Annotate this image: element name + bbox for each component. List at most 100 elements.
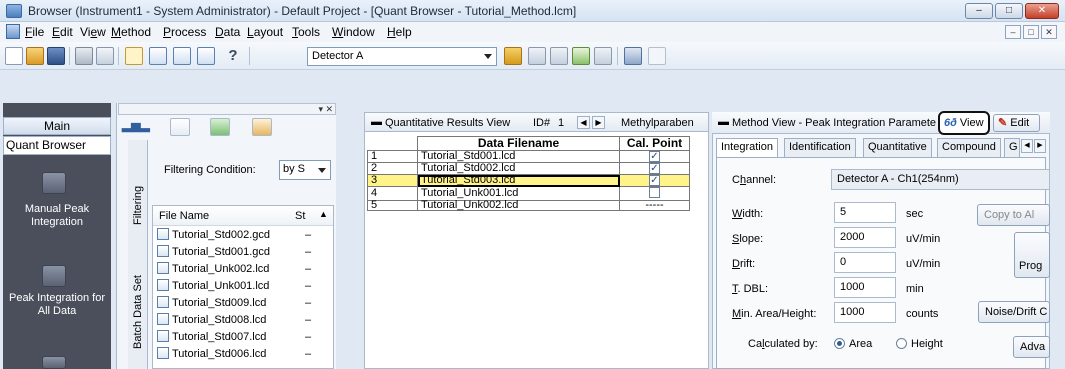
mdi-close-button[interactable]: ✕ — [1041, 25, 1057, 39]
drift-field[interactable]: 0 — [834, 252, 896, 273]
minimize-button[interactable]: – — [965, 3, 993, 19]
noise-drift-button[interactable]: Noise/Drift C — [978, 301, 1050, 323]
flask-remove-icon[interactable] — [594, 47, 612, 65]
min-area-field[interactable]: 1000 — [834, 302, 896, 323]
cal-point-checkbox[interactable]: ✓ — [649, 163, 660, 174]
menu-layout[interactable]: Layout — [247, 25, 283, 39]
help-icon[interactable]: ? — [224, 47, 242, 65]
filter-select[interactable]: by S — [279, 160, 331, 180]
maximize-button[interactable]: □ — [995, 3, 1023, 19]
nav-item-quant-browser[interactable]: Quant Browser — [3, 136, 111, 155]
width-unit: sec — [906, 208, 924, 220]
peak-table-icon[interactable] — [504, 47, 522, 65]
menu-view[interactable]: View — [80, 25, 106, 39]
tab-scroll-left-icon[interactable]: ◀ — [1021, 139, 1033, 153]
results-header-row: Data Filename Cal. Point — [367, 136, 690, 151]
print-icon[interactable] — [75, 47, 93, 65]
file-row[interactable]: Tutorial_Std008.lcd – — [157, 312, 327, 329]
radio-area[interactable] — [834, 338, 845, 349]
table-row[interactable]: 1 Tutorial_Std001.lcd ✓ — [367, 150, 690, 163]
mdi-minimize-button[interactable]: – — [1005, 25, 1021, 39]
menu-file[interactable]: File — [25, 25, 44, 39]
file-row[interactable]: Tutorial_Std007.lcd – — [157, 329, 327, 346]
menu-data[interactable]: Data — [215, 25, 240, 39]
menu-edit[interactable]: Edit — [52, 25, 73, 39]
menu-window[interactable]: Window — [332, 25, 375, 39]
calc-area-option[interactable]: Area — [834, 338, 872, 350]
detector-select[interactable]: Detector A — [307, 47, 497, 66]
prev-id-button[interactable]: ◀ — [577, 116, 590, 129]
grid-view-icon[interactable] — [624, 47, 642, 65]
edit-button[interactable]: ✎ Edit — [993, 114, 1040, 132]
file-row[interactable]: Tutorial_Std002.gcd – — [157, 227, 327, 244]
column-status[interactable]: St — [295, 210, 305, 222]
file-row[interactable]: Tutorial_Std006.lcd – — [157, 346, 327, 363]
panel-icon[interactable] — [149, 47, 167, 65]
program-button[interactable]: Prog — [1014, 232, 1050, 278]
calc-height-option[interactable]: Height — [896, 338, 943, 350]
column-file-name[interactable]: File Name — [159, 210, 209, 222]
next-id-button[interactable]: ▶ — [592, 116, 605, 129]
file-row[interactable]: Tutorial_Unk002.lcd – — [157, 261, 327, 278]
data-view-icon[interactable] — [170, 118, 190, 136]
menu-method[interactable]: Method — [111, 25, 151, 39]
menu-tools[interactable]: Tools — [292, 25, 320, 39]
table-row[interactable]: 5 Tutorial_Unk002.lcd ----- — [367, 200, 690, 211]
radio-height[interactable] — [896, 338, 907, 349]
manual-integration-icon[interactable] — [42, 172, 66, 194]
width-field[interactable]: 5 — [834, 202, 896, 223]
batch-icon[interactable] — [210, 118, 230, 136]
new-file-icon[interactable] — [5, 47, 23, 65]
cal-point-checkbox[interactable]: ✓ — [649, 175, 660, 186]
flask-add-icon[interactable] — [550, 47, 568, 65]
clipboard-icon[interactable] — [648, 47, 666, 65]
mdi-restore-button[interactable]: □ — [1023, 25, 1039, 39]
layout-icon[interactable] — [125, 47, 143, 65]
chart-icon[interactable] — [197, 47, 215, 65]
save-icon[interactable] — [47, 47, 65, 65]
toolbar-separator — [69, 47, 70, 65]
file-row[interactable]: Tutorial_Std009.lcd – — [157, 295, 327, 312]
chromatogram-icon[interactable]: ▂▅▂ — [122, 118, 150, 136]
table-icon[interactable] — [173, 47, 191, 65]
tab-compound[interactable]: Compound — [937, 138, 1001, 157]
next-nav-icon[interactable] — [42, 356, 66, 369]
peak-integration-icon[interactable] — [42, 265, 66, 287]
tab-identification[interactable]: Identification — [784, 138, 856, 157]
report-icon[interactable] — [252, 118, 272, 136]
table-row[interactable]: 4 Tutorial_Unk001.lcd — [367, 186, 690, 201]
tab-g[interactable]: G — [1004, 138, 1020, 157]
cal-point-checkbox[interactable] — [649, 187, 660, 198]
copy-to-all-button[interactable]: Copy to Al — [977, 204, 1050, 226]
document-icon — [6, 24, 20, 39]
advanced-button[interactable]: Adva — [1013, 336, 1050, 358]
file-row[interactable]: Tutorial_Std001.gcd – — [157, 244, 327, 261]
channel-select[interactable]: Detector A - Ch1(254nm) — [831, 169, 1050, 190]
nav-item-peak-integration-all[interactable]: Peak Integration for All Data — [3, 292, 111, 318]
menu-process[interactable]: Process — [163, 25, 206, 39]
menu-help[interactable]: Help — [387, 25, 412, 39]
tab-quantitative[interactable]: Quantitative — [863, 138, 932, 157]
flask-icon[interactable] — [528, 47, 546, 65]
file-pane-grip[interactable]: ▾ ✕ — [118, 103, 336, 115]
column-data-filename[interactable]: Data Filename — [417, 136, 620, 151]
file-row[interactable]: Tutorial_Unk001.lcd – — [157, 278, 327, 295]
open-folder-icon[interactable] — [26, 47, 44, 65]
nav-header-main[interactable]: Main — [3, 117, 111, 135]
table-row[interactable]: 2 Tutorial_Std002.lcd ✓ — [367, 162, 690, 175]
close-button[interactable]: ✕ — [1025, 3, 1059, 19]
print-preview-icon[interactable] — [96, 47, 114, 65]
column-cal-point[interactable]: Cal. Point — [619, 136, 690, 151]
tab-filtering[interactable]: Filtering — [128, 170, 148, 240]
view-button[interactable]: 6ð View — [938, 111, 990, 135]
tdbl-field[interactable]: 1000 — [834, 277, 896, 298]
tab-scroll-right-icon[interactable]: ▶ — [1034, 139, 1046, 153]
tab-batch-data-set[interactable]: Batch Data Set — [128, 262, 148, 362]
slope-field[interactable]: 2000 — [834, 227, 896, 248]
cal-point-checkbox[interactable]: ✓ — [649, 151, 660, 162]
scroll-up-icon[interactable]: ▲ — [319, 209, 328, 219]
tab-integration[interactable]: Integration — [716, 138, 778, 158]
table-row-selected[interactable]: 3 Tutorial_Std003.lcd ✓ — [367, 174, 690, 187]
flask-check-icon[interactable] — [572, 47, 590, 65]
nav-item-manual-peak-integration[interactable]: Manual Peak Integration — [3, 203, 111, 229]
